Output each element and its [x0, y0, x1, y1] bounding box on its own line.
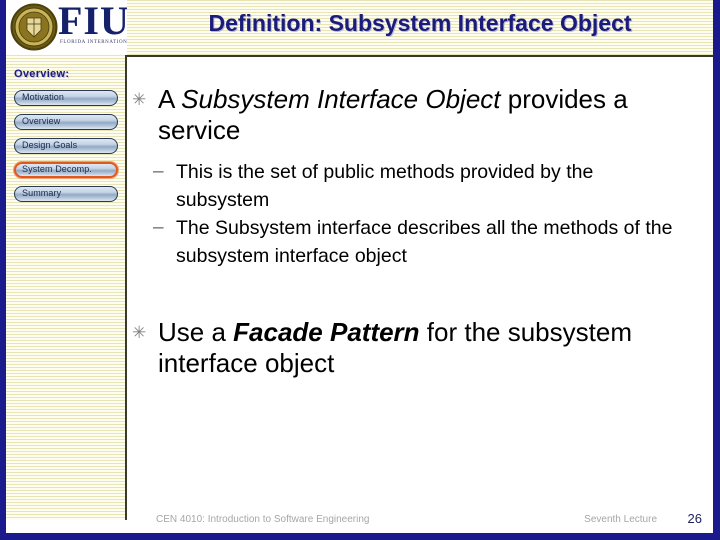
bullet-item: ✳ A Subsystem Interface Object provides … [132, 84, 692, 146]
dash-bullet-icon: – [153, 161, 164, 182]
bullet-emphasis: Subsystem Interface Object [181, 84, 501, 114]
sub-bullet-item: – This is the set of public methods prov… [153, 158, 683, 214]
bullet-item: ✳ Use a Facade Pattern for the subsystem… [132, 317, 692, 379]
sidebar-item-label: System Decomp. [22, 164, 92, 174]
university-logo: FIU FLORIDA INTERNATIONAL UNIVERSITY [6, 0, 127, 55]
bullet-emphasis: Facade Pattern [233, 317, 420, 347]
sidebar-item-label: Design Goals [22, 140, 78, 150]
logo-wordmark: FIU [58, 0, 127, 43]
university-seal-icon [10, 3, 58, 51]
sidebar-item-label: Motivation [22, 92, 65, 102]
sidebar-item-system-decomp[interactable]: System Decomp. [14, 162, 118, 178]
logo-subtitle: FLORIDA INTERNATIONAL UNIVERSITY [60, 40, 127, 45]
left-accent-rail [0, 0, 6, 540]
sub-bullet-item: – The Subsystem interface describes all … [153, 214, 683, 270]
bullet-lead: A [158, 84, 182, 114]
sidebar-heading: Overview: [14, 68, 70, 80]
bullet-lead: Use a [158, 317, 234, 347]
footer-lecture-label: Seventh Lecture [584, 514, 657, 525]
bottom-accent-bar [0, 533, 720, 540]
title-band: Definition: Subsystem Interface Object [127, 0, 713, 57]
presentation-slide: FIU FLORIDA INTERNATIONAL UNIVERSITY Def… [0, 0, 720, 540]
sidebar-item-summary[interactable]: Summary [14, 186, 118, 202]
asterisk-bullet-icon: ✳ [132, 323, 147, 342]
slide-footer: CEN 4010: Introduction to Software Engin… [129, 507, 713, 533]
sidebar-item-label: Summary [22, 188, 62, 198]
right-accent-rail [713, 0, 720, 540]
footer-course-label: CEN 4010: Introduction to Software Engin… [156, 514, 370, 525]
sidebar-item-design-goals[interactable]: Design Goals [14, 138, 118, 154]
bullet-text: A Subsystem Interface Object provides a … [158, 84, 692, 146]
sub-bullet-text: The Subsystem interface describes all th… [176, 217, 673, 267]
page-title: Definition: Subsystem Interface Object [208, 10, 632, 36]
dash-bullet-icon: – [153, 217, 164, 238]
asterisk-bullet-icon: ✳ [132, 90, 147, 109]
slide-body: ✳ A Subsystem Interface Object provides … [129, 57, 713, 500]
sidebar-item-list: Motivation Overview Design Goals System … [14, 90, 118, 210]
sub-bullet-text: This is the set of public methods provid… [176, 161, 594, 211]
sidebar-item-motivation[interactable]: Motivation [14, 90, 118, 106]
sidebar-navigation: Overview: Motivation Overview Design Goa… [6, 55, 127, 520]
page-number: 26 [687, 511, 702, 526]
sidebar-item-label: Overview [22, 116, 61, 126]
bullet-text: Use a Facade Pattern for the subsystem i… [158, 317, 692, 379]
sidebar-item-overview[interactable]: Overview [14, 114, 118, 130]
